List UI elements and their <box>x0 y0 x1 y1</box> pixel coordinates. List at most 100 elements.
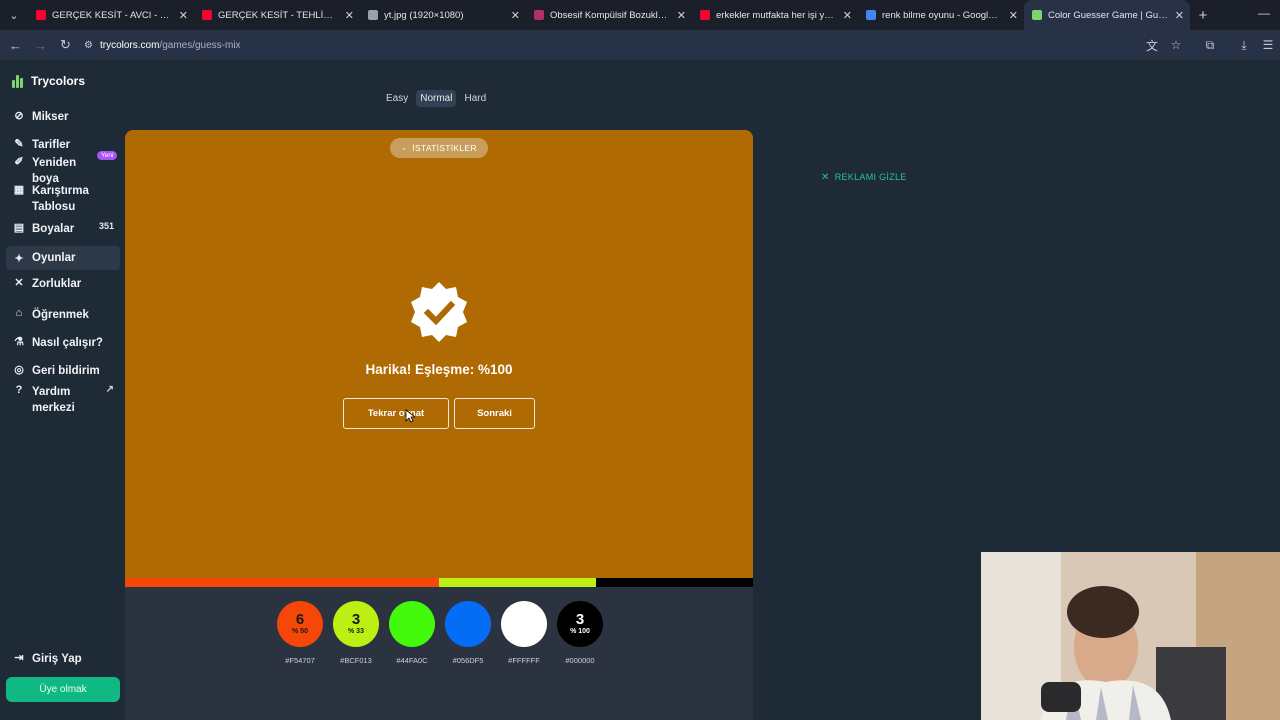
swatch-circle[interactable] <box>389 601 435 647</box>
hide-ad-label: REKLAMI GİZLE <box>834 172 907 182</box>
color-swatch[interactable]: #056DF5 <box>445 601 491 665</box>
color-swatch[interactable]: #FFFFFF <box>501 601 547 665</box>
swatch-count: 3 <box>575 611 585 628</box>
swatch-circle[interactable]: 6% 50 <box>277 601 323 647</box>
swatch-hex: #000000 <box>565 656 595 665</box>
sidebar-item-10[interactable]: ◎ Geri bildirim <box>6 363 120 379</box>
tab-close-icon[interactable]: ✕ <box>179 9 188 22</box>
grid-icon: ▦ <box>13 184 25 196</box>
swatch-circle[interactable] <box>501 601 547 647</box>
browser-tab[interactable]: yt.jpg (1920×1080) ✕ <box>360 0 526 30</box>
tab-close-icon[interactable]: ✕ <box>345 9 354 22</box>
site-icon <box>534 10 544 20</box>
sidebar-item-8[interactable]: ⌂ Öğrenmek <box>6 307 120 323</box>
sidebar-item-5[interactable]: ▤ Boyalar 351 <box>6 221 120 237</box>
swatch-hex: #44FA0C <box>396 656 428 665</box>
color-palette: 6% 50 #F54707 3% 33 #BCF013 #44FA0C #056DF5 #F… <box>125 587 753 720</box>
browser-tab[interactable]: Color Guesser Game | Guess the ✕ <box>1024 0 1190 30</box>
sidebar-item-label: Zorluklar <box>32 278 82 290</box>
browser-tab[interactable]: GERÇEK KESİT - AVCI - YouTube ✕ <box>28 0 194 30</box>
menu-icon[interactable]: ☰ <box>1256 38 1280 52</box>
color-swatch[interactable]: 3% 100 #000000 <box>557 601 603 665</box>
close-icon: ✕ <box>821 172 830 183</box>
sidebar-item-11[interactable]: ? Yardım merkezi ↗ <box>6 384 120 416</box>
url-path: /games/guess-mix <box>159 39 241 51</box>
brand-name: Trycolors <box>31 74 86 88</box>
trycolors-icon <box>1032 10 1042 20</box>
browser-tab[interactable]: Obsesif Kompülsif Bozukluk Testi ✕ <box>526 0 692 30</box>
youtube-icon <box>36 10 46 20</box>
sidebar-item-1[interactable]: ⊘ Mikser <box>6 109 120 125</box>
site-info-icon[interactable]: ⚙ <box>84 40 93 51</box>
extensions-icon[interactable]: ⧉ <box>1198 38 1222 53</box>
mix-bar-segment <box>439 578 596 587</box>
play-again-button[interactable]: Tekrar oynat <box>343 398 449 429</box>
minimize-icon[interactable]: — <box>1258 6 1270 20</box>
youtube-icon <box>700 10 710 20</box>
color-swatch[interactable]: #44FA0C <box>389 601 435 665</box>
verified-badge-icon <box>411 282 467 342</box>
graduation-cap-icon: ⌂ <box>15 307 23 319</box>
sidebar-item-label: Geri bildirim <box>32 365 100 377</box>
tab-search-chevron-icon[interactable]: ⌄ <box>0 0 28 30</box>
next-button[interactable]: Sonraki <box>454 398 535 429</box>
hide-ad-button[interactable]: ✕ REKLAMI GİZLE <box>821 172 907 183</box>
difficulty-selector: Easy Normal Hard <box>382 90 490 107</box>
external-link-icon: ↗ <box>105 384 114 395</box>
download-icon[interactable]: ⤓ <box>1232 38 1256 53</box>
sidebar-item-4[interactable]: ▦ Karıştırma Tablosu <box>6 183 120 215</box>
url-site: trycolors.com <box>99 39 160 51</box>
swatch-circle[interactable]: 3% 100 <box>557 601 603 647</box>
browser-tab[interactable]: GERÇEK KESİT - TEHLİKELİ OYUNLAR ✕ <box>194 0 360 30</box>
brand[interactable]: Trycolors <box>12 74 85 88</box>
tab-title: GERÇEK KESİT - AVCI - YouTube <box>52 9 173 21</box>
bookmark-star-icon[interactable]: ☆ <box>1164 38 1188 52</box>
login-link[interactable]: ⇥ Giriş Yap <box>6 651 120 667</box>
tab-close-icon[interactable]: ✕ <box>1175 9 1184 22</box>
sidebar-item-6[interactable]: ✦ Oyunlar <box>6 246 120 270</box>
brush-icon: ✐ <box>14 156 24 168</box>
swatch-hex: #BCF013 <box>340 656 372 665</box>
sidebar-item-label: Öğrenmek <box>32 309 89 321</box>
difficulty-hard[interactable]: Hard <box>460 90 490 107</box>
tab-title: erkekler mutfakta her işi yaptılar <box>716 9 837 21</box>
games-icon: ✦ <box>14 252 24 265</box>
address-bar[interactable]: ⚙ trycolors.com/games/guess-mix <box>84 40 241 51</box>
swatch-circle[interactable] <box>445 601 491 647</box>
login-icon: ⇥ <box>14 652 24 664</box>
swatch-count: 3 <box>351 611 361 628</box>
help-icon: ? <box>15 384 23 396</box>
browser-toolbar: ← → ↻ ⚙ trycolors.com/games/guess-mix 文 … <box>0 30 1280 60</box>
sidebar-item-9[interactable]: ⚗ Nasıl çalışır? <box>6 335 120 351</box>
paints-count: 351 <box>98 221 114 231</box>
translate-icon[interactable]: 文 <box>1140 37 1164 54</box>
difficulty-normal[interactable]: Normal <box>416 90 457 107</box>
tab-close-icon[interactable]: ✕ <box>511 9 520 22</box>
browser-tab[interactable]: renk bilme oyunu - Google'da Ara ✕ <box>858 0 1024 30</box>
member-button[interactable]: Üye olmak <box>6 677 120 702</box>
forward-icon[interactable]: → <box>28 38 53 53</box>
swatch-count: 6 <box>295 611 305 628</box>
swatch-circle[interactable]: 3% 33 <box>333 601 379 647</box>
difficulty-easy[interactable]: Easy <box>382 90 412 107</box>
back-icon[interactable]: ← <box>3 38 28 53</box>
tab-close-icon[interactable]: ✕ <box>843 9 852 22</box>
stats-button[interactable]: ⌄ İSTATİSTİKLER <box>390 138 488 158</box>
color-swatch[interactable]: 3% 33 #BCF013 <box>333 601 379 665</box>
reload-icon[interactable]: ↻ <box>53 37 78 53</box>
tab-close-icon[interactable]: ✕ <box>677 9 686 22</box>
youtube-icon <box>202 10 212 20</box>
new-tab-button[interactable]: + <box>1190 7 1216 24</box>
trycolors-logo-icon <box>12 74 25 88</box>
sidebar-item-label: Oyunlar <box>32 252 76 264</box>
sidebar-item-label: Karıştırma Tablosu <box>32 185 89 213</box>
game-target-color-panel: ⌄ İSTATİSTİKLER Harika! Eşleşme: %100 Te… <box>125 130 753 578</box>
color-swatch[interactable]: 6% 50 #F54707 <box>277 601 323 665</box>
mix-proportion-bar <box>125 578 753 587</box>
browser-tab[interactable]: erkekler mutfakta her işi yaptılar ✕ <box>692 0 858 30</box>
tab-title: Color Guesser Game | Guess the <box>1048 9 1169 21</box>
tab-close-icon[interactable]: ✕ <box>1009 9 1018 22</box>
mixer-icon: ⊘ <box>14 110 24 122</box>
swatch-hex: #FFFFFF <box>508 656 540 665</box>
sidebar-item-7[interactable]: ✕ Zorluklar <box>6 276 120 292</box>
